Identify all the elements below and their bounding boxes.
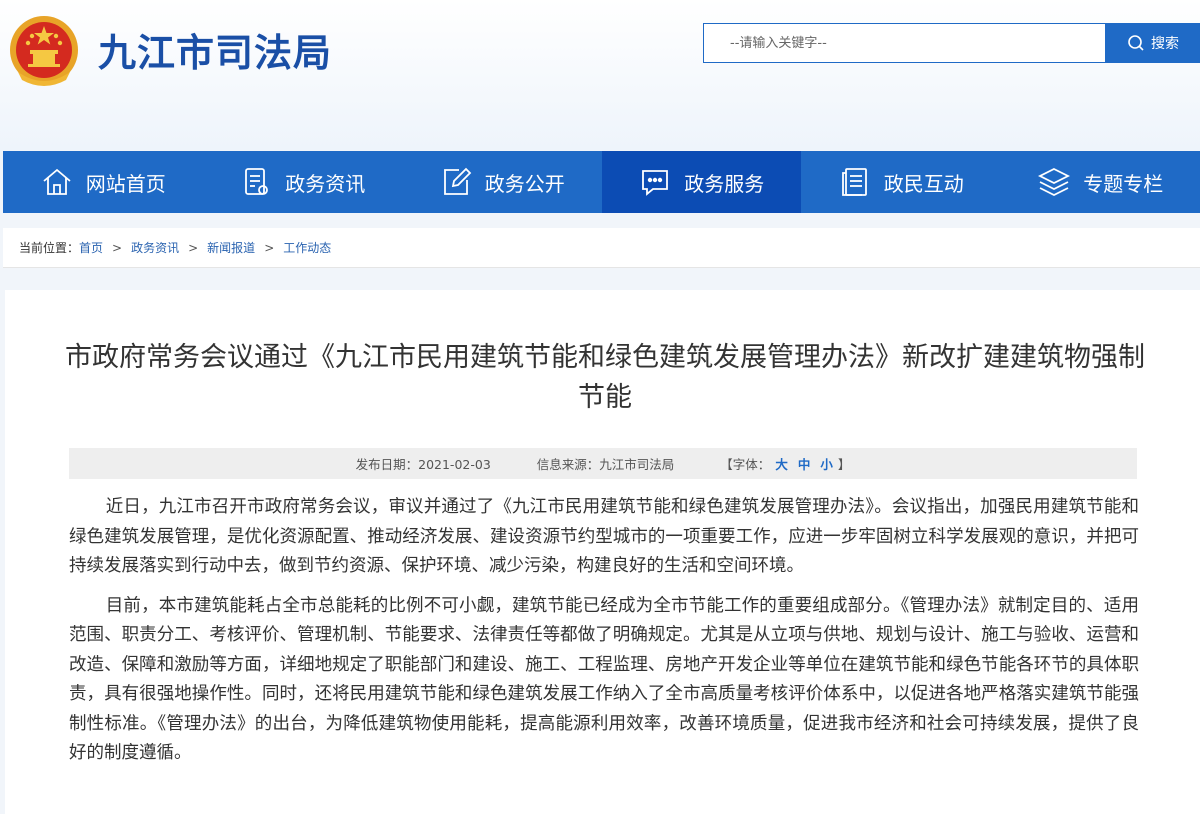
nav-item-open[interactable]: 政务公开 <box>402 151 602 213</box>
national-emblem-icon <box>10 16 78 86</box>
nav-item-service[interactable]: 政务服务 <box>601 151 801 213</box>
breadcrumb: 当前位置： 首页 > 政务资讯 > 新闻报道 > 工作动态 <box>3 228 1200 268</box>
publish-date: 发布日期：2021-02-03 <box>355 457 491 472</box>
article-meta: 发布日期：2021-02-03 信息来源：九江市司法局 【字体： 大中小】 <box>69 448 1137 479</box>
nav-item-interaction[interactable]: 政民互动 <box>801 151 1001 213</box>
edit-icon <box>443 167 472 195</box>
nav-item-label: 政务资讯 <box>285 171 366 196</box>
breadcrumb-work[interactable]: 工作动态 <box>283 239 331 256</box>
nav-item-label: 政务服务 <box>684 171 765 196</box>
nav-item-label: 政务公开 <box>484 171 565 196</box>
layers-icon <box>1038 167 1071 197</box>
chat-icon <box>642 170 669 196</box>
nav-item-label: 网站首页 <box>85 171 166 196</box>
breadcrumb-sep: > <box>112 240 123 255</box>
font-label-close: 】 <box>837 457 851 472</box>
article-paragraph: 目前，本市建筑能耗占全市总能耗的比例不可小觑，建筑节能已经成为全市节能工作的重要… <box>69 595 1139 764</box>
article-source: 信息来源：九江市司法局 <box>536 457 675 472</box>
search-button[interactable]: 搜索 <box>1106 23 1200 63</box>
site-header: 九江市司法局 搜索 <box>0 0 1200 150</box>
article-title: 市政府常务会议通过《九江市民用建筑节能和绿色建筑发展管理办法》新改扩建建筑物强制… <box>65 342 1145 413</box>
nav-item-news[interactable]: 政务资讯 <box>203 151 403 213</box>
font-label: 【字体： <box>720 457 771 472</box>
search-button-label: 搜索 <box>1151 36 1179 52</box>
breadcrumb-sep: > <box>188 240 199 255</box>
list-icon <box>841 168 867 196</box>
breadcrumb-home[interactable]: 首页 <box>79 239 103 256</box>
font-medium-button[interactable]: 中 <box>798 457 811 472</box>
breadcrumb-news[interactable]: 政务资讯 <box>131 239 179 256</box>
main-nav: 网站首页 政务资讯 政务公开 政务服务 政民互动 专题专栏 <box>3 151 1200 213</box>
search-input[interactable] <box>703 23 1106 63</box>
nav-item-label: 专题专栏 <box>1083 171 1164 196</box>
search-icon <box>1128 35 1144 51</box>
breadcrumb-label: 当前位置： <box>19 241 80 255</box>
nav-item-label: 政民互动 <box>883 171 964 196</box>
font-size-options: 【字体： 大中小】 <box>720 454 850 473</box>
article-content: 近日，九江市召开市政府常务会议，审议并通过了《九江市民用建筑节能和绿色建筑发展管… <box>69 493 1139 779</box>
article: 市政府常务会议通过《九江市民用建筑节能和绿色建筑发展管理办法》新改扩建建筑物强制… <box>5 290 1200 814</box>
font-large-button[interactable]: 大 <box>775 457 788 472</box>
nav-item-home[interactable]: 网站首页 <box>3 151 203 213</box>
font-small-button[interactable]: 小 <box>820 457 833 472</box>
home-icon <box>43 168 71 195</box>
breadcrumb-reports[interactable]: 新闻报道 <box>207 239 255 256</box>
breadcrumb-sep: > <box>264 240 275 255</box>
article-paragraph: 近日，九江市召开市政府常务会议，审议并通过了《九江市民用建筑节能和绿色建筑发展管… <box>69 497 1139 576</box>
nav-item-special[interactable]: 专题专栏 <box>1001 151 1200 213</box>
site-title: 九江市司法局 <box>98 31 333 75</box>
document-icon <box>245 168 269 195</box>
